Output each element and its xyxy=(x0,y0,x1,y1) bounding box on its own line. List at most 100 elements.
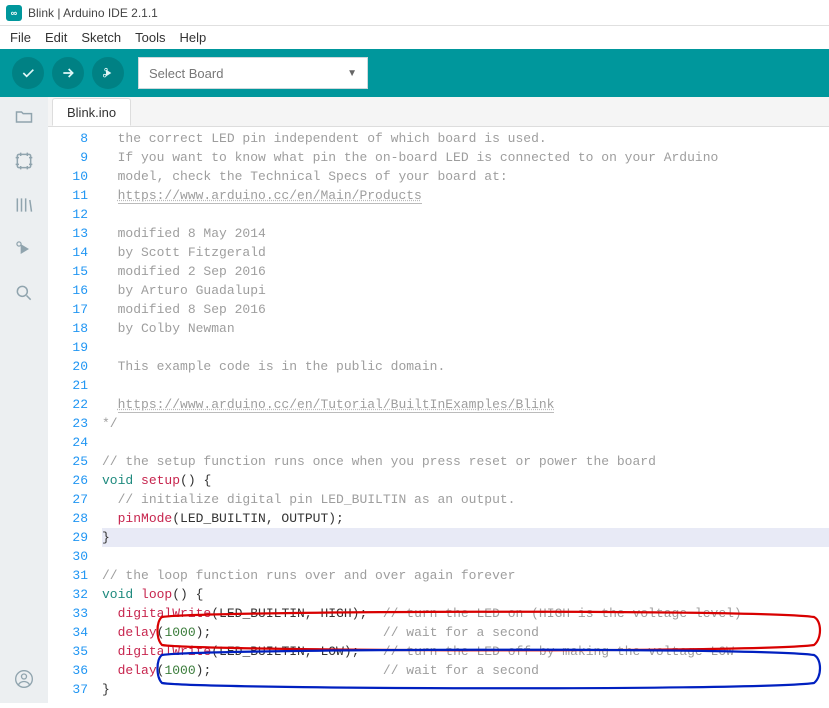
line-content: model, check the Technical Specs of your… xyxy=(102,167,829,186)
board-selector[interactable]: Select Board ▼ xyxy=(138,57,368,89)
line-content: void setup() { xyxy=(102,471,829,490)
code-line[interactable]: 38 xyxy=(48,699,829,703)
upload-button[interactable] xyxy=(52,57,84,89)
line-number: 25 xyxy=(48,452,102,471)
line-content xyxy=(102,547,829,566)
search-icon[interactable] xyxy=(12,281,36,305)
code-line[interactable]: 36 delay(1000); // wait for a second xyxy=(48,661,829,680)
line-content: https://www.arduino.cc/en/Tutorial/Built… xyxy=(102,395,829,414)
line-number: 33 xyxy=(48,604,102,623)
toolbar: Select Board ▼ xyxy=(0,49,829,97)
line-content: // initialize digital pin LED_BUILTIN as… xyxy=(102,490,829,509)
code-line[interactable]: 9 If you want to know what pin the on-bo… xyxy=(48,148,829,167)
code-line[interactable]: 18 by Colby Newman xyxy=(48,319,829,338)
line-number: 37 xyxy=(48,680,102,699)
code-line[interactable]: 21 xyxy=(48,376,829,395)
boards-manager-icon[interactable] xyxy=(12,149,36,173)
code-line[interactable]: 14 by Scott Fitzgerald xyxy=(48,243,829,262)
line-content: the correct LED pin independent of which… xyxy=(102,129,829,148)
line-content xyxy=(102,338,829,357)
code-line[interactable]: 30 xyxy=(48,547,829,566)
code-line[interactable]: 19 xyxy=(48,338,829,357)
library-manager-icon[interactable] xyxy=(12,193,36,217)
line-number: 10 xyxy=(48,167,102,186)
arrow-right-icon xyxy=(60,65,76,81)
line-content xyxy=(102,205,829,224)
code-line[interactable]: 20 This example code is in the public do… xyxy=(48,357,829,376)
line-content: modified 8 Sep 2016 xyxy=(102,300,829,319)
tabbar: Blink.ino xyxy=(48,97,829,127)
code-line[interactable]: 25// the setup function runs once when y… xyxy=(48,452,829,471)
code-line[interactable]: 26void setup() { xyxy=(48,471,829,490)
line-number: 27 xyxy=(48,490,102,509)
line-content: by Arturo Guadalupi xyxy=(102,281,829,300)
line-number: 9 xyxy=(48,148,102,167)
line-content: pinMode(LED_BUILTIN, OUTPUT); xyxy=(102,509,829,528)
user-profile-icon[interactable] xyxy=(12,667,36,691)
line-content xyxy=(102,433,829,452)
verify-button[interactable] xyxy=(12,57,44,89)
check-icon xyxy=(20,65,36,81)
line-number: 32 xyxy=(48,585,102,604)
line-content: by Scott Fitzgerald xyxy=(102,243,829,262)
editor-pane: Blink.ino 8 the correct LED pin independ… xyxy=(48,97,829,703)
line-content: } xyxy=(102,680,829,699)
code-line[interactable]: 37} xyxy=(48,680,829,699)
code-line[interactable]: 31// the loop function runs over and ove… xyxy=(48,566,829,585)
tab-blink[interactable]: Blink.ino xyxy=(52,98,131,126)
menu-tools[interactable]: Tools xyxy=(135,30,165,45)
menu-help[interactable]: Help xyxy=(179,30,206,45)
menu-edit[interactable]: Edit xyxy=(45,30,67,45)
line-content: digitalWrite(LED_BUILTIN, LOW); // turn … xyxy=(102,642,829,661)
line-number: 8 xyxy=(48,129,102,148)
code-line[interactable]: 10 model, check the Technical Specs of y… xyxy=(48,167,829,186)
line-number: 12 xyxy=(48,205,102,224)
line-number: 20 xyxy=(48,357,102,376)
code-line[interactable]: 15 modified 2 Sep 2016 xyxy=(48,262,829,281)
code-line[interactable]: 17 modified 8 Sep 2016 xyxy=(48,300,829,319)
line-content: } xyxy=(102,528,829,547)
line-number: 18 xyxy=(48,319,102,338)
code-line[interactable]: 13 modified 8 May 2014 xyxy=(48,224,829,243)
line-number: 29 xyxy=(48,528,102,547)
debug-icon[interactable] xyxy=(12,237,36,261)
code-line[interactable]: 29} xyxy=(48,528,829,547)
code-line[interactable]: 12 xyxy=(48,205,829,224)
line-number: 11 xyxy=(48,186,102,205)
chevron-down-icon: ▼ xyxy=(347,68,357,79)
code-line[interactable]: 34 delay(1000); // wait for a second xyxy=(48,623,829,642)
code-line[interactable]: 16 by Arturo Guadalupi xyxy=(48,281,829,300)
code-line[interactable]: 28 pinMode(LED_BUILTIN, OUTPUT); xyxy=(48,509,829,528)
line-number: 23 xyxy=(48,414,102,433)
code-line[interactable]: 11 https://www.arduino.cc/en/Main/Produc… xyxy=(48,186,829,205)
sidebar xyxy=(0,97,48,703)
line-number: 22 xyxy=(48,395,102,414)
line-number: 21 xyxy=(48,376,102,395)
line-content xyxy=(102,699,829,703)
code-line[interactable]: 23*/ xyxy=(48,414,829,433)
line-content: This example code is in the public domai… xyxy=(102,357,829,376)
folder-icon[interactable] xyxy=(12,105,36,129)
tab-label: Blink.ino xyxy=(67,105,116,120)
code-line[interactable]: 8 the correct LED pin independent of whi… xyxy=(48,129,829,148)
line-number: 30 xyxy=(48,547,102,566)
code-line[interactable]: 27 // initialize digital pin LED_BUILTIN… xyxy=(48,490,829,509)
code-line[interactable]: 24 xyxy=(48,433,829,452)
line-number: 19 xyxy=(48,338,102,357)
code-editor[interactable]: 8 the correct LED pin independent of whi… xyxy=(48,127,829,703)
line-content: delay(1000); // wait for a second xyxy=(102,661,829,680)
arduino-app-icon: ∞ xyxy=(6,5,22,21)
code-line[interactable]: 32void loop() { xyxy=(48,585,829,604)
menu-sketch[interactable]: Sketch xyxy=(81,30,121,45)
line-number: 15 xyxy=(48,262,102,281)
code-line[interactable]: 22 https://www.arduino.cc/en/Tutorial/Bu… xyxy=(48,395,829,414)
menu-file[interactable]: File xyxy=(10,30,31,45)
line-number: 34 xyxy=(48,623,102,642)
code-line[interactable]: 35 digitalWrite(LED_BUILTIN, LOW); // tu… xyxy=(48,642,829,661)
debug-button[interactable] xyxy=(92,57,124,89)
line-content xyxy=(102,376,829,395)
line-content: If you want to know what pin the on-boar… xyxy=(102,148,829,167)
code-line[interactable]: 33 digitalWrite(LED_BUILTIN, HIGH); // t… xyxy=(48,604,829,623)
line-number: 16 xyxy=(48,281,102,300)
line-content: // the setup function runs once when you… xyxy=(102,452,829,471)
